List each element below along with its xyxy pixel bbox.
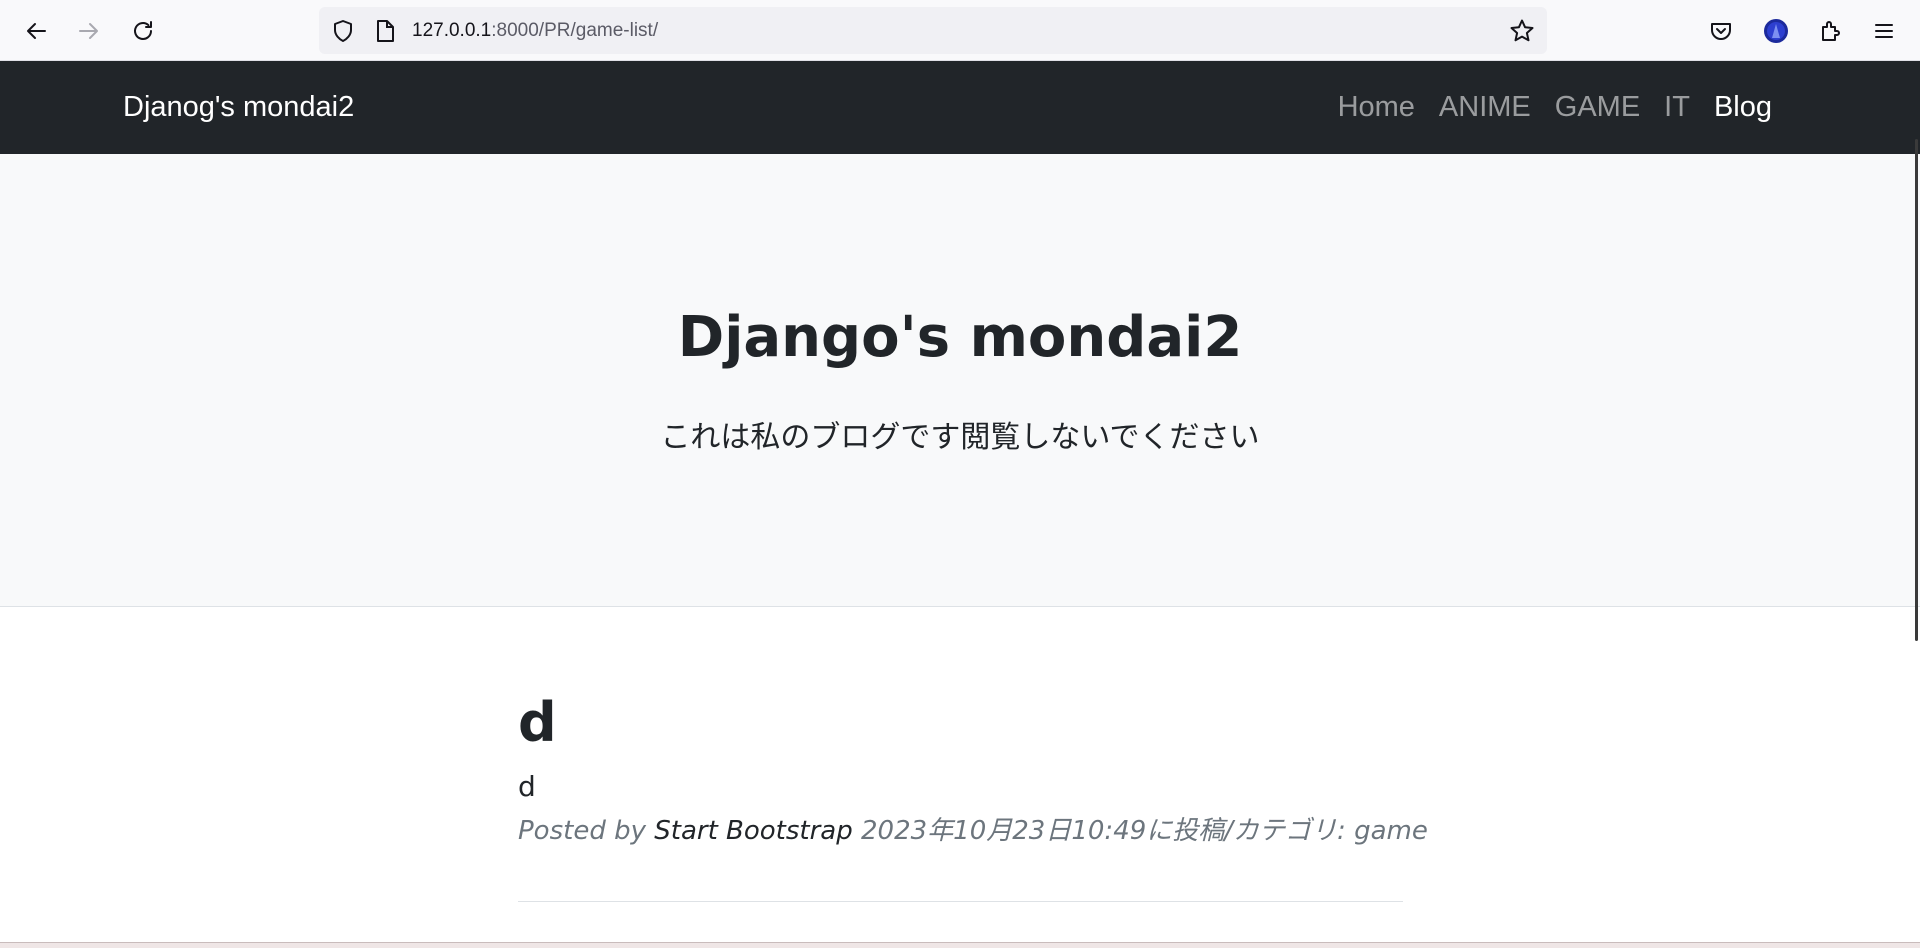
post-title[interactable]: d (518, 691, 557, 755)
url-path: :8000/PR/game-list/ (491, 20, 659, 41)
menu-icon (1873, 20, 1895, 42)
post-meta: Posted by Start Bootstrap 2023年10月23日10:… (518, 814, 1428, 848)
scrollbar-thumb[interactable] (1915, 139, 1918, 641)
star-icon[interactable] (1509, 18, 1535, 48)
reload-icon (131, 19, 155, 43)
nav-link-home[interactable]: Home (1326, 91, 1427, 124)
nav-link-blog[interactable]: Blog (1702, 91, 1784, 124)
page-title: Django's mondai2 (677, 305, 1243, 370)
reload-button[interactable] (124, 12, 162, 50)
nav-link-game[interactable]: GAME (1543, 91, 1652, 124)
site-navbar: Djanog's mondai2 Home ANIME GAME IT Blog (0, 61, 1920, 154)
pocket-button[interactable] (1702, 12, 1740, 50)
extensions-icon (1818, 19, 1842, 43)
window-bottom-edge (0, 942, 1920, 948)
url-text[interactable]: 127.0.0.1:8000/PR/game-list/ (412, 7, 658, 54)
forward-button[interactable] (70, 12, 108, 50)
post-author-link[interactable]: Start Bootstrap (654, 816, 853, 846)
post-meta-prefix: Posted by (518, 816, 655, 846)
account-avatar-icon (1763, 18, 1789, 44)
account-button[interactable] (1757, 12, 1795, 50)
url-host: 127.0.0.1 (412, 20, 492, 41)
navbar-brand[interactable]: Djanog's mondai2 (123, 61, 354, 154)
extensions-button[interactable] (1811, 12, 1849, 50)
back-arrow-icon (25, 20, 47, 42)
shield-icon[interactable] (331, 19, 355, 47)
menu-button[interactable] (1865, 12, 1903, 50)
browser-toolbar: 127.0.0.1:8000/PR/game-list/ (0, 0, 1920, 61)
scrollbar[interactable] (1912, 61, 1920, 941)
post-divider (518, 901, 1403, 902)
post-subtitle[interactable]: d (518, 769, 536, 805)
back-button[interactable] (17, 12, 55, 50)
nav-link-it[interactable]: IT (1652, 91, 1702, 124)
pocket-icon (1709, 19, 1733, 43)
post-meta-date-category: 2023年10月23日10:49に投稿/カテゴリ: game (852, 816, 1428, 846)
page-header: Django's mondai2 これは私のブログです閲覧しないでください (0, 154, 1920, 607)
forward-arrow-icon (78, 20, 100, 42)
page-lead: これは私のブログです閲覧しないでください (660, 420, 1260, 455)
url-bar[interactable]: 127.0.0.1:8000/PR/game-list/ (319, 7, 1547, 54)
page-icon[interactable] (374, 19, 396, 47)
nav-link-anime[interactable]: ANIME (1427, 91, 1543, 124)
nav-links: Home ANIME GAME IT Blog (1326, 61, 1784, 154)
